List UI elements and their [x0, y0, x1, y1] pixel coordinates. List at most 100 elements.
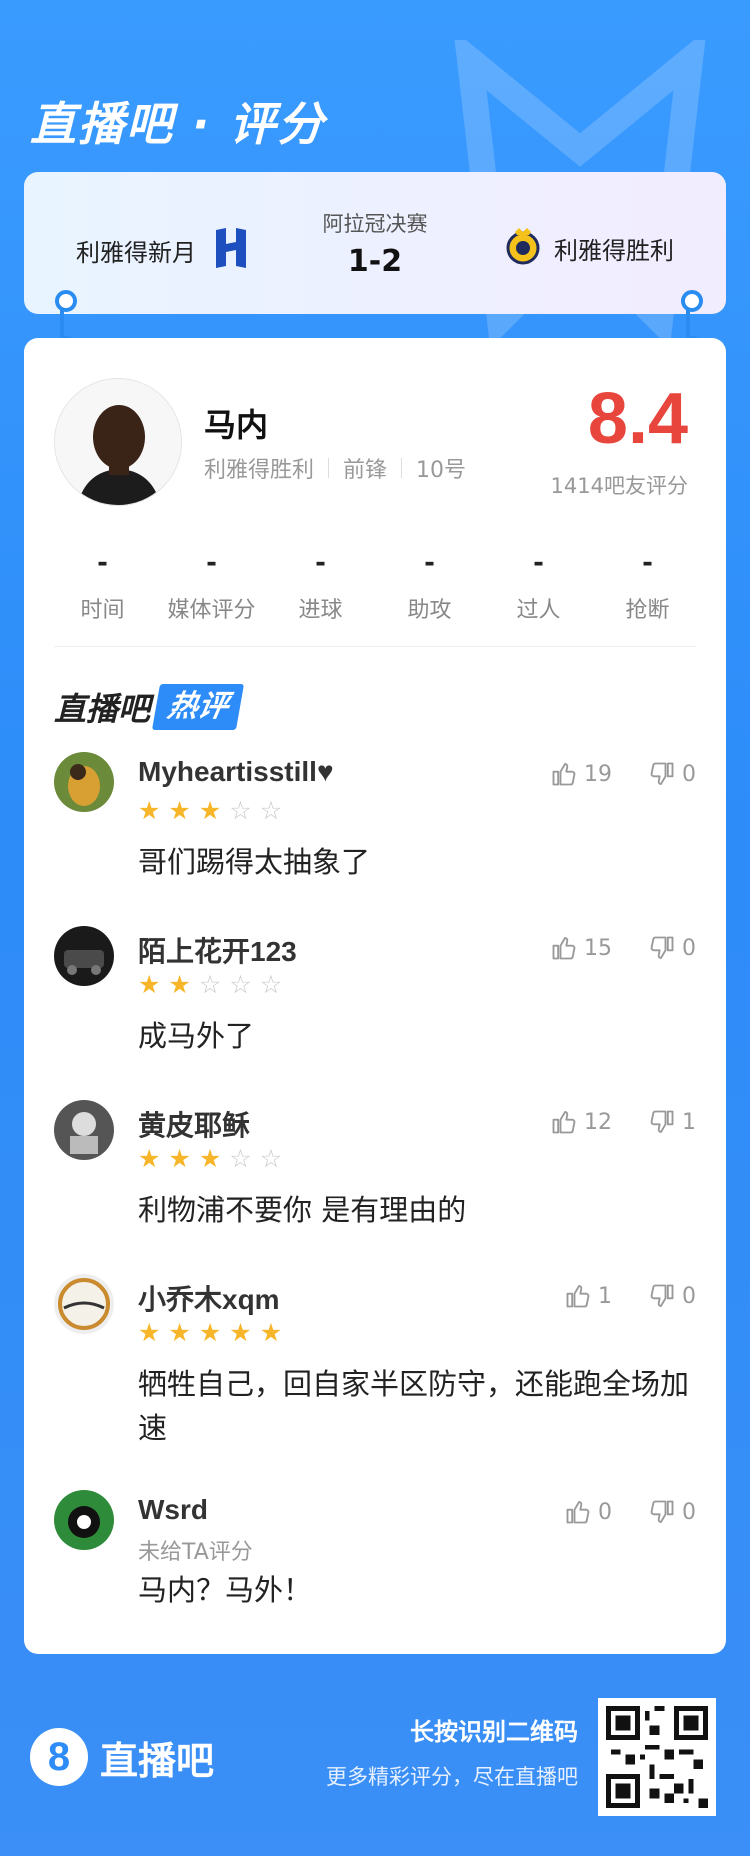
away-team[interactable]: 利雅得胜利: [506, 226, 674, 270]
stat-label: 助攻: [407, 598, 452, 623]
stat-assists: - 助攻: [375, 548, 484, 624]
comment-item: 黄皮耶稣 ★ ★ ★ ☆ ☆ 利物浦不要你 是有理由的 12 1: [54, 1100, 696, 1240]
thumb-down-icon: [650, 1500, 674, 1523]
thumb-down-icon: [650, 762, 674, 785]
player-position: 前锋: [343, 458, 388, 483]
like-button[interactable]: 15: [550, 934, 612, 962]
rating-count: 1414吧友评分: [550, 474, 688, 498]
comment-item: Wsrd 未给TA评分 马内？马外！ 0 0: [54, 1490, 696, 1630]
stat-tackles: - 抢断: [593, 548, 702, 624]
dislike-button[interactable]: 0: [648, 1498, 696, 1526]
comment-avatar[interactable]: [54, 1490, 114, 1550]
thumb-up-icon: [566, 1501, 590, 1524]
comment-actions: 15 0: [514, 934, 696, 962]
dislike-button[interactable]: 0: [648, 934, 696, 962]
like-button[interactable]: 1: [564, 1282, 612, 1310]
brand-mark-icon: 8: [30, 1728, 88, 1786]
comment-username[interactable]: 陌上花开123: [138, 930, 297, 970]
star-icon: ★: [168, 1144, 191, 1173]
meta-divider: [401, 458, 403, 478]
qr-code-icon[interactable]: [598, 1698, 716, 1816]
footer-slogan: 更多精彩评分，尽在直播吧: [326, 1765, 578, 1789]
comment-unrated-label: 未给TA评分: [138, 1540, 253, 1565]
comment-username[interactable]: Wsrd: [138, 1494, 208, 1526]
star-empty-icon: ☆: [259, 796, 283, 825]
comment-username[interactable]: Myheartisstill♥: [138, 756, 334, 788]
star-icon: ★: [168, 970, 191, 999]
stat-media-rating: - 媒体评分: [157, 548, 266, 624]
stat-value: -: [533, 548, 544, 578]
comment-avatar[interactable]: [54, 1274, 114, 1334]
comment-avatar[interactable]: [54, 752, 114, 812]
comment-stars: ★ ★ ☆ ☆ ☆: [138, 972, 290, 997]
player-number: 10号: [416, 458, 467, 483]
player-stats: - 时间 - 媒体评分 - 进球 - 助攻 - 过人 - 抢断: [48, 548, 702, 624]
thumb-up-icon: [552, 763, 576, 786]
comment-text: 马内？马外！: [138, 1573, 313, 1607]
star-icon: ★: [229, 1318, 252, 1347]
like-button[interactable]: 0: [564, 1498, 612, 1526]
player-rating-card: 马内 利雅得胜利 前锋 10号 8.4 1414吧友评分 - 时间 - 媒体评分…: [24, 338, 726, 1654]
brand-logo-text: 直播吧: [100, 1738, 215, 1783]
star-empty-icon: ☆: [259, 970, 283, 999]
thumb-up-icon: [552, 937, 576, 960]
like-button[interactable]: 12: [550, 1108, 612, 1136]
dislike-count: 0: [682, 761, 696, 787]
comment-avatar[interactable]: [54, 1100, 114, 1160]
player-meta: 利雅得胜利 前锋 10号: [204, 452, 466, 484]
stat-value: -: [424, 548, 435, 578]
stat-label: 抢断: [625, 598, 670, 623]
comment-actions: 0 0: [528, 1498, 696, 1526]
brand-title: 直播吧 · 评分: [30, 97, 326, 151]
thumb-up-icon: [566, 1285, 590, 1308]
like-count: 15: [584, 935, 612, 961]
star-icon: ★: [138, 796, 161, 825]
star-icon: ★: [138, 1318, 161, 1347]
comment-item: 小乔木xqm ★ ★ ★ ★ ★ 牺牲自己，回自家半区防守，还能跑全场加速 1 …: [54, 1274, 696, 1464]
stat-dribbles: - 过人: [484, 548, 593, 624]
comment-stars: ★ ★ ★ ☆ ☆: [138, 1146, 290, 1171]
stat-label: 过人: [516, 598, 561, 623]
star-icon: ★: [168, 1318, 191, 1347]
player-avatar[interactable]: [54, 378, 182, 506]
stat-value: -: [315, 548, 326, 578]
stat-time: - 时间: [48, 548, 157, 624]
comment-text: 利物浦不要你 是有理由的: [138, 1193, 467, 1227]
comment-stars: ★ ★ ★ ★ ★: [138, 1320, 290, 1345]
comment-item: Myheartisstill♥ ★ ★ ★ ☆ ☆ 哥们踢得太抽象了 19 0: [54, 752, 696, 892]
star-icon: ★: [198, 796, 222, 825]
comment-username[interactable]: 小乔木xqm: [138, 1278, 280, 1318]
player-rating-score: 8.4: [587, 379, 688, 459]
like-button[interactable]: 19: [550, 760, 612, 788]
star-icon: ★: [198, 1144, 222, 1173]
stat-label: 进球: [298, 598, 343, 623]
dislike-count: 0: [682, 1499, 696, 1525]
stat-goals: - 进球: [266, 548, 375, 624]
stat-value: -: [206, 548, 217, 578]
comment-actions: 12 1: [514, 1108, 696, 1136]
player-name: 马内: [204, 406, 269, 444]
footer-brand-logo: 8 直播吧: [30, 1728, 214, 1786]
comment-text: 成马外了: [138, 1019, 255, 1053]
dislike-button[interactable]: 0: [648, 760, 696, 788]
stat-value: -: [642, 548, 653, 578]
star-icon: ★: [259, 1318, 283, 1347]
comment-avatar[interactable]: [54, 926, 114, 986]
away-team-logo-icon: [506, 226, 540, 270]
hot-comments-heading: 直播吧 热评: [54, 684, 245, 730]
qr-scan-hint: 长按识别二维码: [410, 1718, 578, 1746]
thumb-down-icon: [650, 936, 674, 959]
dislike-count: 1: [682, 1109, 696, 1135]
comment-text: 哥们踢得太抽象了: [138, 845, 371, 879]
stat-label: 时间: [80, 598, 125, 623]
dislike-count: 0: [682, 1283, 696, 1309]
star-icon: ★: [138, 1144, 161, 1173]
comment-username[interactable]: 黄皮耶稣: [138, 1104, 250, 1144]
comment-stars: ★ ★ ★ ☆ ☆: [138, 798, 290, 823]
player-team: 利雅得胜利: [204, 458, 315, 483]
away-team-name: 利雅得胜利: [554, 236, 674, 265]
dislike-button[interactable]: 0: [648, 1282, 696, 1310]
thumb-down-icon: [650, 1284, 674, 1307]
dislike-button[interactable]: 1: [648, 1108, 696, 1136]
hot-heading-tag: 热评: [151, 684, 245, 730]
